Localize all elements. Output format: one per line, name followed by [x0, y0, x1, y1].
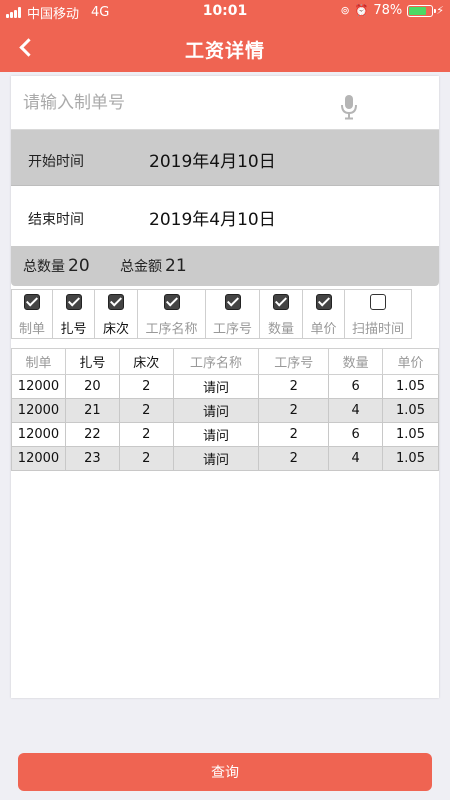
- end-date-label: 结束时间: [28, 212, 84, 228]
- column-header: 单价: [382, 348, 439, 375]
- toggle-order[interactable]: 制单: [11, 289, 53, 339]
- battery-fill: [409, 6, 427, 15]
- total-amount: 总金额 21: [120, 256, 187, 276]
- table-row[interactable]: 12000 23 2 请问 2 4 1.05: [11, 446, 439, 471]
- alarm-icon: ⏰: [354, 4, 369, 17]
- table-cell: 请问: [172, 422, 260, 447]
- column-header: 工序号: [258, 348, 330, 375]
- microphone-icon[interactable]: [339, 94, 359, 120]
- filter-card: 开始时间 2019年4月10日 结束时间 2019年4月10日 总数量20 总金…: [11, 76, 439, 698]
- table-cell: 21: [64, 398, 120, 423]
- status-bar: 中国移动 4G 10:01 ⊚ ⏰ 78% ⚡: [0, 0, 450, 22]
- total-amount-value: 21: [165, 256, 187, 276]
- start-date-label: 开始时间: [28, 154, 84, 170]
- table-cell: 4: [328, 398, 384, 423]
- table-cell: 2: [118, 422, 174, 447]
- table-cell: 2: [258, 398, 330, 423]
- total-quantity: 总数量 20: [23, 256, 90, 276]
- total-amount-label: 总金额: [120, 259, 162, 275]
- toggle-bundle-number[interactable]: 扎号: [52, 289, 95, 339]
- table-cell: 6: [328, 374, 384, 399]
- toggle-label: 扎号: [60, 322, 87, 337]
- table-cell: 12000: [11, 422, 66, 447]
- status-right: ⊚ ⏰ 78% ⚡: [340, 3, 444, 18]
- table-cell: 20: [64, 374, 120, 399]
- toggle-label: 数量: [267, 322, 294, 337]
- battery-icon: [407, 4, 437, 17]
- checkbox-icon[interactable]: [315, 294, 332, 310]
- rotation-lock-icon: ⊚: [340, 4, 350, 17]
- end-date-row[interactable]: 结束时间 2019年4月10日: [11, 188, 439, 244]
- checkbox-icon[interactable]: [108, 294, 124, 310]
- table-cell: 2: [258, 374, 330, 399]
- table-cell: 22: [64, 422, 120, 447]
- toggle-label: 扫描时间: [351, 322, 404, 337]
- start-date-value[interactable]: 2019年4月10日: [149, 147, 276, 172]
- table-cell: 请问: [172, 398, 260, 423]
- search-row: [11, 76, 439, 130]
- toggle-label: 工序名称: [145, 322, 198, 337]
- toggle-bed-number[interactable]: 床次: [94, 289, 138, 339]
- table-cell: 2: [118, 446, 174, 471]
- table-cell: 23: [64, 446, 120, 471]
- table-cell: 6: [328, 422, 384, 447]
- table-cell: 2: [118, 398, 174, 423]
- checkbox-icon[interactable]: [224, 294, 241, 310]
- column-header: 工序名称: [172, 348, 260, 375]
- table-cell: 1.05: [382, 422, 439, 447]
- table-cell: 1.05: [382, 374, 439, 399]
- table-cell: 请问: [172, 446, 260, 471]
- toggle-quantity[interactable]: 数量: [259, 289, 303, 339]
- toggle-label: 床次: [102, 322, 129, 337]
- table-cell: 2: [118, 374, 174, 399]
- battery-percent: 78%: [373, 3, 403, 18]
- start-date-row[interactable]: 开始时间 2019年4月10日: [11, 130, 439, 186]
- table-cell: 12000: [11, 398, 66, 423]
- table-cell: 12000: [11, 446, 66, 471]
- table-cell: 请问: [172, 374, 260, 399]
- wage-table: 制单 扎号 床次 工序名称 工序号 数量 单价 12000 20 2 请问 2 …: [11, 348, 439, 471]
- column-header: 床次: [118, 348, 174, 375]
- table-cell: 2: [258, 446, 330, 471]
- table-row[interactable]: 12000 21 2 请问 2 4 1.05: [11, 398, 439, 423]
- toggle-process-number[interactable]: 工序号: [205, 289, 260, 339]
- checkbox-icon[interactable]: [24, 294, 40, 310]
- toggle-label: 制单: [18, 322, 45, 337]
- checkbox-icon[interactable]: [273, 294, 289, 310]
- table-cell: 4: [328, 446, 384, 471]
- column-toggles: 制单 扎号 床次 工序名称 工序号 数量 单价 扫描时间: [11, 289, 412, 339]
- checkbox-icon[interactable]: [65, 294, 82, 310]
- toggle-label: 单价: [310, 322, 337, 337]
- total-quantity-label: 总数量: [23, 259, 65, 275]
- table-cell: 2: [258, 422, 330, 447]
- toggle-process-name[interactable]: 工序名称: [137, 289, 206, 339]
- toggle-scan-time[interactable]: 扫描时间: [344, 289, 412, 339]
- order-number-input[interactable]: [23, 88, 333, 118]
- column-header: 制单: [11, 348, 66, 375]
- toggle-unit-price[interactable]: 单价: [302, 289, 345, 339]
- total-quantity-value: 20: [68, 256, 90, 276]
- table-cell: 12000: [11, 374, 66, 399]
- page-title: 工资详情: [184, 40, 265, 62]
- column-header: 数量: [328, 348, 384, 375]
- table-row[interactable]: 12000 22 2 请问 2 6 1.05: [11, 422, 439, 447]
- table-cell: 1.05: [382, 446, 439, 471]
- query-button[interactable]: 查询: [18, 753, 432, 791]
- end-date-value[interactable]: 2019年4月10日: [149, 205, 276, 230]
- nav-bar: 工资详情: [0, 22, 450, 72]
- table-cell: 1.05: [382, 398, 439, 423]
- checkbox-icon[interactable]: [163, 294, 180, 310]
- summary-bar: 总数量 20 总金额 21: [11, 246, 439, 286]
- column-header: 扎号: [64, 348, 120, 375]
- checkbox-icon[interactable]: [370, 294, 386, 310]
- table-header-row: 制单 扎号 床次 工序名称 工序号 数量 单价: [11, 348, 439, 375]
- charging-icon: ⚡: [436, 4, 444, 17]
- table-row[interactable]: 12000 20 2 请问 2 6 1.05: [11, 374, 439, 399]
- toggle-label: 工序号: [212, 322, 252, 337]
